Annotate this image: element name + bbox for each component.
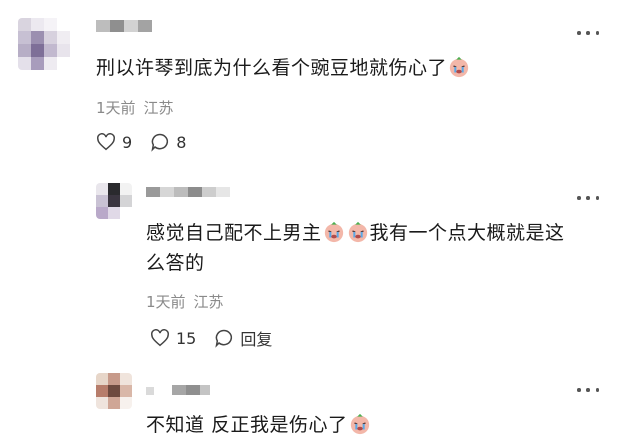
avatar[interactable] <box>18 18 70 70</box>
reply-meta: 1天前 江苏 <box>146 291 224 312</box>
reply-text-part3: 么答的 <box>146 252 205 274</box>
reply-text-part2: 我有一个点大概就是这 <box>369 222 565 244</box>
reply-label: 回复 <box>240 330 273 349</box>
heart-icon <box>151 329 169 347</box>
like-count: 9 <box>122 132 133 152</box>
speech-bubble-icon <box>151 133 169 152</box>
reply-item: 感觉自己配不上男主 我有一个点大概就是这么答的 1天前 江苏 15 回复 <box>0 175 619 365</box>
reply-text: 感觉自己配不上男主 我有一个点大概就是这么答的 <box>146 218 606 278</box>
avatar[interactable] <box>96 373 132 409</box>
reply-location: 江苏 <box>193 293 224 311</box>
avatar[interactable] <box>96 183 132 219</box>
username-blurred[interactable] <box>146 383 218 399</box>
comment-item: 刑以许琴到底为什么看个豌豆地就伤心了 1天前 江苏 9 8 <box>0 0 619 175</box>
comment-text: 刑以许琴到底为什么看个豌豆地就伤心了 <box>96 53 471 83</box>
more-dots-icon[interactable] <box>577 193 599 203</box>
like-button[interactable]: 15 <box>150 329 196 348</box>
more-dots-icon[interactable] <box>577 385 599 395</box>
reply-button[interactable]: 回复 <box>214 326 272 350</box>
reply-count: 8 <box>176 132 187 152</box>
crying-face-emoji-icon <box>348 221 367 243</box>
username-blurred[interactable] <box>96 18 160 34</box>
reply-actions: 15 回复 <box>150 326 290 350</box>
speech-bubble-icon <box>215 329 233 348</box>
crying-face-emoji-icon <box>324 221 343 243</box>
crying-face-emoji-icon <box>449 56 469 78</box>
comment-location: 江苏 <box>143 99 174 117</box>
comment-text-body: 刑以许琴到底为什么看个豌豆地就伤心了 <box>96 57 448 79</box>
more-dots-icon[interactable] <box>577 28 599 38</box>
heart-icon <box>97 133 115 151</box>
reply-text-body: 不知道 反正我是伤心了 <box>146 414 348 436</box>
like-button[interactable]: 9 <box>96 133 132 152</box>
reply-text-part1: 感觉自己配不上男主 <box>146 222 322 244</box>
comment-actions: 9 8 <box>96 132 204 152</box>
like-count: 15 <box>176 328 197 348</box>
comment-time: 1天前 <box>96 99 136 117</box>
comment-meta: 1天前 江苏 <box>96 97 174 118</box>
crying-face-emoji-icon <box>350 413 369 435</box>
reply-text: 不知道 反正我是伤心了 <box>146 410 372 440</box>
reply-time: 1天前 <box>146 293 186 311</box>
reply-button[interactable]: 8 <box>150 132 186 152</box>
username-blurred[interactable] <box>146 185 238 201</box>
reply-item: 不知道 反正我是伤心了 <box>0 365 619 439</box>
